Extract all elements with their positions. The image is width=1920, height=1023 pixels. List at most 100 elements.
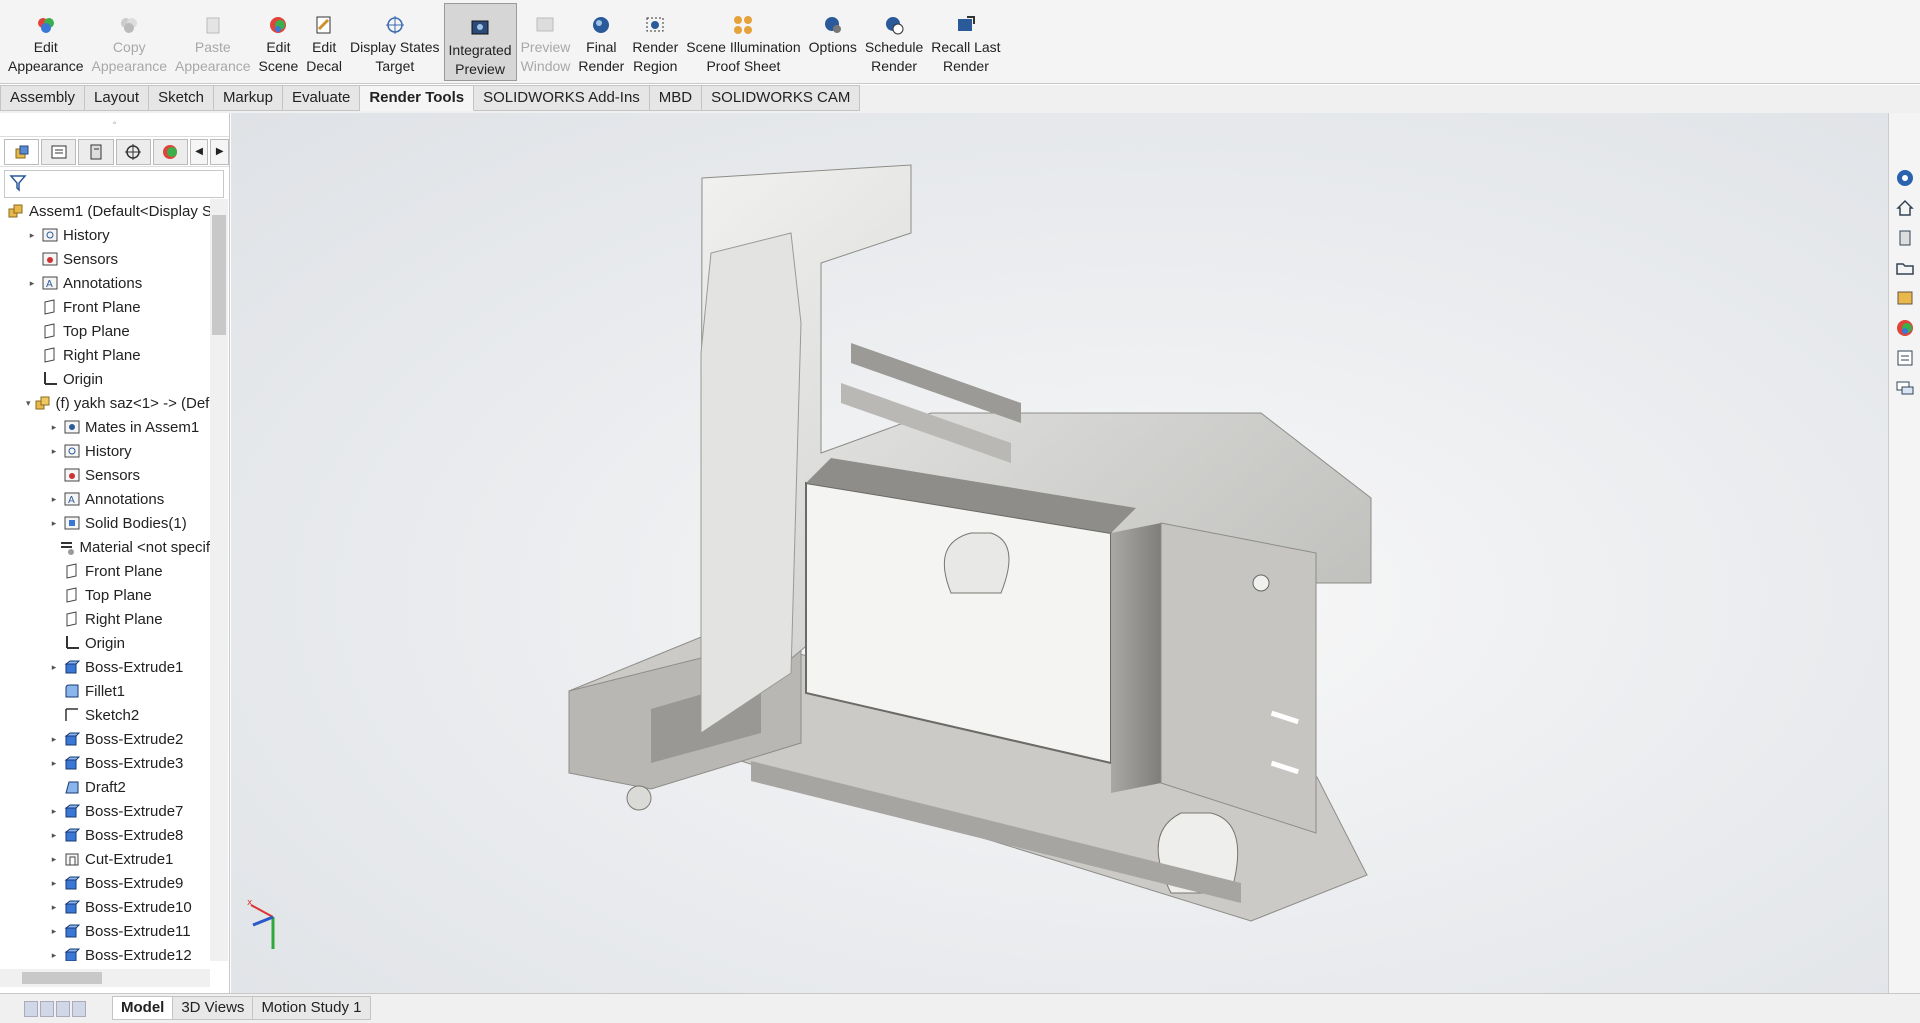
expand-arrow-icon[interactable]: ▸ bbox=[48, 518, 60, 529]
property-manager-tab-icon[interactable] bbox=[41, 138, 77, 165]
edit-scene-button[interactable]: Edit Scene bbox=[255, 0, 303, 82]
vertical-scroll-thumb[interactable] bbox=[212, 215, 226, 335]
pane-splitter[interactable]: ◦ bbox=[0, 113, 229, 137]
collapse-arrow-icon[interactable]: ▾ bbox=[26, 398, 31, 409]
sensors-icon bbox=[63, 466, 81, 484]
tab-solidworks-cam[interactable]: SOLIDWORKS CAM bbox=[702, 85, 861, 111]
tree-item[interactable]: ▸ Boss-Extrude9 bbox=[0, 871, 210, 895]
tree-item-label: Solid Bodies(1) bbox=[85, 514, 187, 532]
tree-item[interactable]: Sensors bbox=[0, 247, 210, 271]
expand-arrow-icon[interactable]: ▸ bbox=[48, 830, 60, 841]
expand-arrow-icon[interactable]: ▸ bbox=[48, 950, 60, 961]
horizontal-scroll-thumb[interactable] bbox=[22, 972, 102, 984]
tree-item[interactable]: Origin bbox=[0, 367, 210, 391]
recall-last-render-button[interactable]: Recall Last Render bbox=[927, 0, 1004, 82]
tree-item[interactable]: Top Plane bbox=[0, 583, 210, 607]
expand-arrow-icon[interactable]: ▸ bbox=[48, 854, 60, 865]
tab-assembly[interactable]: Assembly bbox=[0, 85, 86, 111]
tab-scroll-right-icon[interactable]: ▶ bbox=[210, 138, 230, 165]
bottom-tab-motion-study-1[interactable]: Motion Study 1 bbox=[252, 996, 371, 1020]
tab-sketch[interactable]: Sketch bbox=[149, 85, 214, 111]
tree-item[interactable]: Draft2 bbox=[0, 775, 210, 799]
expand-arrow-icon[interactable]: ▸ bbox=[48, 446, 60, 457]
tree-item[interactable]: Sketch2 bbox=[0, 703, 210, 727]
expand-arrow-icon[interactable]: ▸ bbox=[48, 878, 60, 889]
tree-item[interactable]: Front Plane bbox=[0, 295, 210, 319]
tree-horizontal-scrollbar[interactable] bbox=[0, 969, 210, 987]
bottom-tab-model[interactable]: Model bbox=[112, 996, 174, 1020]
design-library-icon[interactable] bbox=[1892, 225, 1918, 251]
custom-properties-icon[interactable] bbox=[1892, 345, 1918, 371]
tab-mbd[interactable]: MBD bbox=[649, 85, 703, 111]
last-tab-icon[interactable] bbox=[72, 1001, 86, 1017]
tab-scroll-left-icon[interactable]: ◀ bbox=[189, 138, 209, 165]
prev-tab-icon[interactable] bbox=[40, 1001, 54, 1017]
edit-decal-button[interactable]: Edit Decal bbox=[302, 0, 346, 82]
render-region-button[interactable]: Render Region bbox=[628, 0, 682, 82]
tab-evaluate[interactable]: Evaluate bbox=[282, 85, 361, 111]
configuration-manager-tab-icon[interactable] bbox=[78, 138, 114, 165]
tree-item[interactable]: Sensors bbox=[0, 463, 210, 487]
tree-item[interactable]: Material <not specif bbox=[0, 535, 210, 559]
display-manager-tab-icon[interactable] bbox=[152, 138, 188, 165]
tree-item[interactable]: Right Plane bbox=[0, 607, 210, 631]
tree-item[interactable]: ▾ (f) yakh saz<1> -> (Defa bbox=[0, 391, 210, 415]
tree-item[interactable]: ▸ Boss-Extrude12 bbox=[0, 943, 210, 961]
tree-item[interactable]: ▸ Boss-Extrude11 bbox=[0, 919, 210, 943]
expand-arrow-icon[interactable]: ▸ bbox=[26, 230, 38, 241]
solidworks-resources-icon[interactable] bbox=[1892, 165, 1918, 191]
tab-render-tools[interactable]: Render Tools bbox=[360, 85, 475, 111]
tab-markup[interactable]: Markup bbox=[213, 85, 283, 111]
expand-arrow-icon[interactable]: ▸ bbox=[48, 734, 60, 745]
bottom-tab-3d-views[interactable]: 3D Views bbox=[172, 996, 254, 1020]
tree-item[interactable]: ▸ Cut-Extrude1 bbox=[0, 847, 210, 871]
next-tab-icon[interactable] bbox=[56, 1001, 70, 1017]
expand-arrow-icon[interactable]: ▸ bbox=[26, 278, 38, 289]
tree-item[interactable]: ▸ Mates in Assem1 bbox=[0, 415, 210, 439]
expand-arrow-icon[interactable]: ▸ bbox=[48, 926, 60, 937]
schedule-render-button[interactable]: Schedule Render bbox=[861, 0, 927, 82]
first-tab-icon[interactable] bbox=[24, 1001, 38, 1017]
graphics-area[interactable]: x bbox=[231, 113, 1888, 993]
appearances-scenes-icon[interactable] bbox=[1892, 315, 1918, 341]
tab-layout[interactable]: Layout bbox=[85, 85, 150, 111]
tree-item[interactable]: ▸ Boss-Extrude2 bbox=[0, 727, 210, 751]
expand-arrow-icon[interactable]: ▸ bbox=[48, 902, 60, 913]
expand-arrow-icon[interactable]: ▸ bbox=[48, 662, 60, 673]
tree-item[interactable]: ▸ Boss-Extrude8 bbox=[0, 823, 210, 847]
tree-item[interactable]: ▸ Boss-Extrude7 bbox=[0, 799, 210, 823]
tree-item[interactable]: ▸ History bbox=[0, 439, 210, 463]
expand-arrow-icon[interactable]: ▸ bbox=[48, 494, 60, 505]
feature-manager-tab-icon[interactable] bbox=[4, 138, 40, 165]
options-button[interactable]: Options bbox=[805, 0, 861, 82]
file-explorer-icon[interactable] bbox=[1892, 255, 1918, 281]
tree-item[interactable]: Origin bbox=[0, 631, 210, 655]
tree-item[interactable]: ▸ A Annotations bbox=[0, 271, 210, 295]
expand-arrow-icon[interactable]: ▸ bbox=[48, 422, 60, 433]
home-icon[interactable] bbox=[1892, 195, 1918, 221]
integrated-preview-button[interactable]: Integrated Preview bbox=[443, 3, 517, 81]
expand-arrow-icon[interactable]: ▸ bbox=[48, 806, 60, 817]
tree-item[interactable]: Front Plane bbox=[0, 559, 210, 583]
tree-vertical-scrollbar[interactable] bbox=[210, 199, 228, 961]
tree-item[interactable]: Assem1 (Default<Display S bbox=[0, 199, 210, 223]
tree-item[interactable]: ▸ Boss-Extrude3 bbox=[0, 751, 210, 775]
view-palette-icon[interactable] bbox=[1892, 285, 1918, 311]
tree-item[interactable]: ▸ History bbox=[0, 223, 210, 247]
expand-arrow-icon[interactable]: ▸ bbox=[48, 758, 60, 769]
tree-item[interactable]: ▸ Solid Bodies(1) bbox=[0, 511, 210, 535]
dimxpert-manager-tab-icon[interactable] bbox=[115, 138, 151, 165]
tree-item[interactable]: ▸ A Annotations bbox=[0, 487, 210, 511]
tree-item[interactable]: Right Plane bbox=[0, 343, 210, 367]
tree-item[interactable]: ▸ Boss-Extrude10 bbox=[0, 895, 210, 919]
tab-solidworks-add-ins[interactable]: SOLIDWORKS Add-Ins bbox=[474, 85, 650, 111]
tree-item[interactable]: ▸ Boss-Extrude1 bbox=[0, 655, 210, 679]
tree-item[interactable]: Top Plane bbox=[0, 319, 210, 343]
display-states-target-button[interactable]: Display States Target bbox=[346, 0, 443, 82]
scene-illumination-button[interactable]: Scene Illumination Proof Sheet bbox=[682, 0, 804, 82]
forum-icon[interactable] bbox=[1892, 375, 1918, 401]
edit-appearance-button[interactable]: Edit Appearance bbox=[4, 0, 88, 82]
tree-item[interactable]: Fillet1 bbox=[0, 679, 210, 703]
final-render-button[interactable]: Final Render bbox=[574, 0, 628, 82]
feature-filter-input[interactable] bbox=[4, 170, 224, 198]
